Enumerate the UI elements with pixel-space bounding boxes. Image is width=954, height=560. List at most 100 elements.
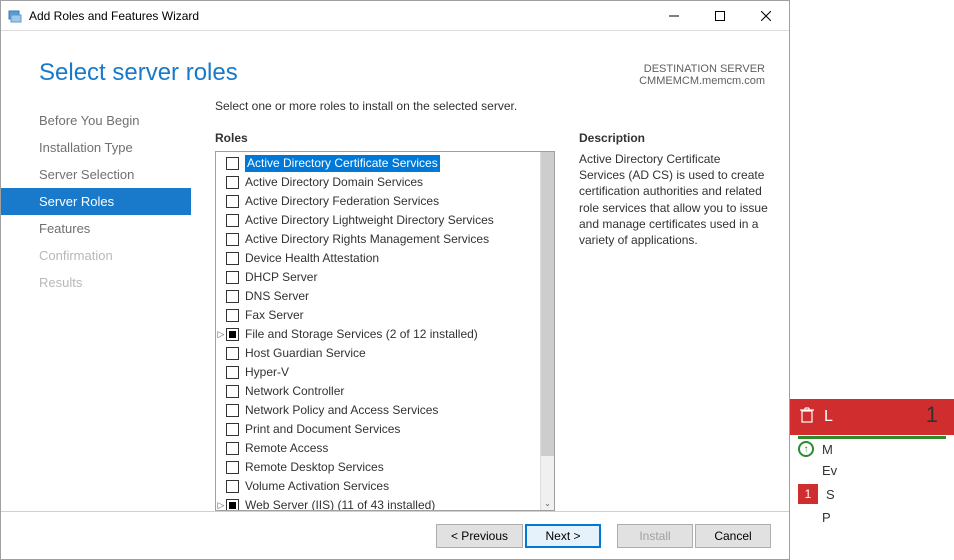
role-label[interactable]: DNS Server	[245, 288, 309, 305]
role-row[interactable]: Remote Access	[216, 439, 540, 458]
role-row[interactable]: Host Guardian Service	[216, 344, 540, 363]
role-label[interactable]: Hyper-V	[245, 364, 289, 381]
role-checkbox[interactable]	[226, 290, 239, 303]
minimize-button[interactable]	[651, 1, 697, 30]
role-row[interactable]: ▷ Web Server (IIS) (11 of 43 installed)	[216, 496, 540, 510]
nav-item-features[interactable]: Features	[1, 215, 191, 242]
role-checkbox[interactable]	[226, 176, 239, 189]
scrollbar-thumb[interactable]	[541, 152, 554, 456]
description-column: Description Active Directory Certificate…	[579, 131, 769, 511]
roles-listbox[interactable]: Active Directory Certificate Services Act…	[215, 151, 555, 511]
expand-triangle-icon[interactable]: ▷	[216, 326, 226, 343]
expand-triangle-icon[interactable]: ▷	[216, 497, 226, 510]
description-text: Active Directory Certificate Services (A…	[579, 151, 769, 248]
role-row[interactable]: Active Directory Certificate Services	[216, 154, 540, 173]
role-checkbox[interactable]	[226, 366, 239, 379]
instruction-text: Select one or more roles to install on t…	[215, 99, 769, 113]
main-area: Before You BeginInstallation TypeServer …	[1, 87, 789, 511]
role-row[interactable]: Network Policy and Access Services	[216, 401, 540, 420]
role-checkbox[interactable]	[226, 423, 239, 436]
side-count: 1	[926, 402, 946, 428]
close-button[interactable]	[743, 1, 789, 30]
roles-column: Roles Active Directory Certificate Servi…	[215, 131, 555, 511]
role-row[interactable]: Volume Activation Services	[216, 477, 540, 496]
role-checkbox[interactable]	[226, 347, 239, 360]
role-checkbox[interactable]	[226, 214, 239, 227]
header-area: Select server roles DESTINATION SERVER C…	[1, 31, 789, 87]
role-checkbox[interactable]	[226, 252, 239, 265]
role-label[interactable]: Active Directory Federation Services	[245, 193, 439, 210]
nav-item-results: Results	[1, 269, 191, 296]
nav-item-installation-type[interactable]: Installation Type	[1, 134, 191, 161]
nav-item-server-roles[interactable]: Server Roles	[1, 188, 191, 215]
role-row[interactable]: Active Directory Federation Services	[216, 192, 540, 211]
role-checkbox[interactable]	[226, 309, 239, 322]
maximize-button[interactable]	[697, 1, 743, 30]
role-row[interactable]: Network Controller	[216, 382, 540, 401]
role-checkbox[interactable]	[226, 404, 239, 417]
titlebar: Add Roles and Features Wizard	[1, 1, 789, 31]
destination-label: DESTINATION SERVER	[639, 63, 765, 75]
wizard-window: Add Roles and Features Wizard Select ser…	[0, 0, 790, 560]
scroll-down-icon[interactable]: ⌄	[541, 499, 554, 508]
role-label[interactable]: Network Policy and Access Services	[245, 402, 438, 419]
role-row[interactable]: DHCP Server	[216, 268, 540, 287]
role-label[interactable]: Active Directory Certificate Services	[245, 155, 440, 172]
nav-item-before-you-begin[interactable]: Before You Begin	[1, 107, 191, 134]
window-title: Add Roles and Features Wizard	[29, 9, 651, 23]
role-checkbox[interactable]	[226, 157, 239, 170]
role-label[interactable]: Active Directory Lightweight Directory S…	[245, 212, 494, 229]
role-label[interactable]: Device Health Attestation	[245, 250, 379, 267]
role-label[interactable]: Remote Access	[245, 440, 328, 457]
role-checkbox[interactable]	[226, 442, 239, 455]
role-checkbox[interactable]	[226, 271, 239, 284]
role-row[interactable]: Active Directory Rights Management Servi…	[216, 230, 540, 249]
role-row[interactable]: Active Directory Domain Services	[216, 173, 540, 192]
role-label[interactable]: Print and Document Services	[245, 421, 400, 438]
nav-column: Before You BeginInstallation TypeServer …	[1, 99, 191, 511]
role-checkbox[interactable]	[226, 461, 239, 474]
button-row: < Previous Next > Install Cancel	[1, 511, 789, 559]
role-row[interactable]: Active Directory Lightweight Directory S…	[216, 211, 540, 230]
role-row[interactable]: DNS Server	[216, 287, 540, 306]
role-row[interactable]: Fax Server	[216, 306, 540, 325]
description-header: Description	[579, 131, 769, 145]
role-row[interactable]: Remote Desktop Services	[216, 458, 540, 477]
role-label[interactable]: Remote Desktop Services	[245, 459, 384, 476]
background-panel: 1 L ↑ M Ev 1 S P	[790, 400, 954, 560]
install-button: Install	[617, 524, 693, 548]
nav-item-server-selection[interactable]: Server Selection	[1, 161, 191, 188]
role-checkbox[interactable]	[226, 499, 239, 510]
cancel-button[interactable]: Cancel	[695, 524, 771, 548]
role-checkbox[interactable]	[226, 233, 239, 246]
up-arrow-icon: ↑	[798, 441, 814, 457]
role-label[interactable]: Active Directory Domain Services	[245, 174, 423, 191]
scrollbar[interactable]: ⌄	[540, 152, 554, 510]
red-tile-label: L	[824, 408, 833, 426]
destination-server: CMMEMCM.memcm.com	[639, 75, 765, 87]
role-checkbox[interactable]	[226, 195, 239, 208]
next-button[interactable]: Next >	[525, 524, 601, 548]
role-label[interactable]: Volume Activation Services	[245, 478, 389, 495]
page-heading: Select server roles	[39, 59, 238, 87]
role-label[interactable]: Network Controller	[245, 383, 344, 400]
previous-button[interactable]: < Previous	[436, 524, 523, 548]
side-row-ev[interactable]: Ev	[790, 457, 954, 478]
role-label[interactable]: Web Server (IIS) (11 of 43 installed)	[245, 497, 435, 510]
role-row[interactable]: Hyper-V	[216, 363, 540, 382]
role-checkbox[interactable]	[226, 385, 239, 398]
role-checkbox[interactable]	[226, 480, 239, 493]
side-row-p[interactable]: P	[790, 504, 954, 525]
role-row[interactable]: Device Health Attestation	[216, 249, 540, 268]
side-row-m[interactable]: ↑ M	[790, 435, 954, 457]
role-row[interactable]: Print and Document Services	[216, 420, 540, 439]
role-label[interactable]: Active Directory Rights Management Servi…	[245, 231, 489, 248]
titlebar-buttons	[651, 1, 789, 30]
role-row[interactable]: ▷ File and Storage Services (2 of 12 inst…	[216, 325, 540, 344]
role-checkbox[interactable]	[226, 328, 239, 341]
role-label[interactable]: Fax Server	[245, 307, 304, 324]
side-row-s[interactable]: 1 S	[790, 478, 954, 504]
role-label[interactable]: Host Guardian Service	[245, 345, 366, 362]
role-label[interactable]: DHCP Server	[245, 269, 317, 286]
role-label[interactable]: File and Storage Services (2 of 12 insta…	[245, 326, 478, 343]
